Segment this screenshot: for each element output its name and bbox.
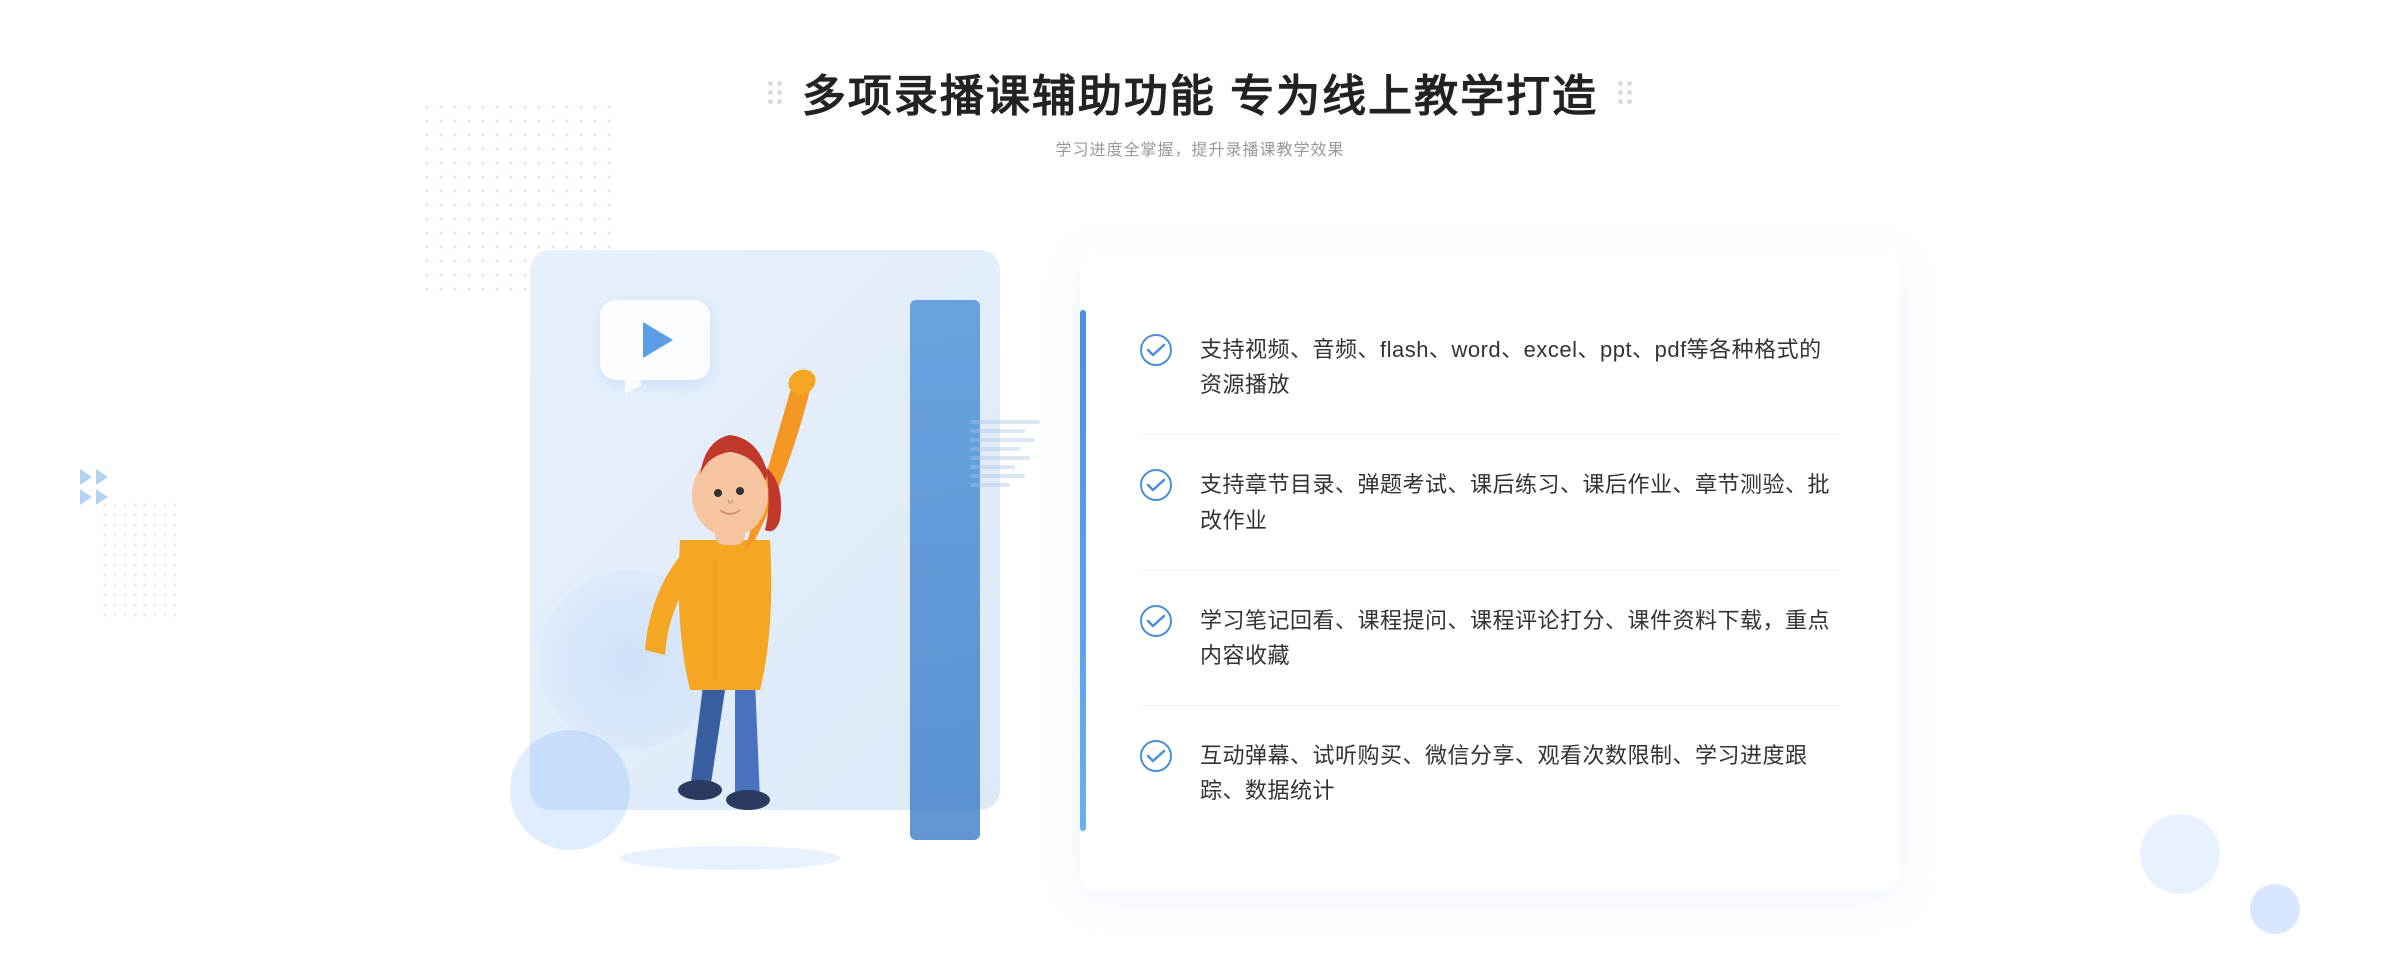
left-illustration (500, 220, 1060, 870)
check-icon-2 (1140, 469, 1172, 501)
deco-circle-2 (2250, 884, 2300, 934)
feature-item-4: 互动弹幕、试听购买、微信分享、观看次数限制、学习进度跟踪、数据统计 (1140, 706, 1840, 840)
feature-item-3: 学习笔记回看、课程提问、课程评论打分、课件资料下载，重点内容收藏 (1140, 571, 1840, 706)
title-dots-left (768, 81, 782, 104)
title-dots-right (1618, 81, 1632, 104)
check-icon-4 (1140, 740, 1172, 772)
feature-text-1: 支持视频、音频、flash、word、excel、ppt、pdf等各种格式的资源… (1200, 332, 1840, 402)
feature-item-1: 支持视频、音频、flash、word、excel、ppt、pdf等各种格式的资源… (1140, 300, 1840, 435)
left-chevrons-decoration (80, 469, 108, 505)
deco-circle-1 (2140, 814, 2220, 894)
sub-title: 学习进度全掌握，提升录播课教学效果 (1055, 136, 1344, 160)
page-header: 多项录播课辅助功能 专为线上教学打造 学习进度全掌握，提升录播课教学效果 (768, 60, 1632, 160)
deco-stripes (970, 420, 1040, 520)
content-area: 支持视频、音频、flash、word、excel、ppt、pdf等各种格式的资源… (500, 220, 1900, 891)
title-row: 多项录播课辅助功能 专为线上教学打造 (768, 60, 1632, 124)
feature-item-2: 支持章节目录、弹题考试、课后练习、课后作业、章节测验、批改作业 (1140, 435, 1840, 570)
deco-blue-rect (910, 300, 980, 840)
features-panel: 支持视频、音频、flash、word、excel、ppt、pdf等各种格式的资源… (1080, 250, 1900, 891)
person-illustration (560, 310, 900, 870)
feature-text-2: 支持章节目录、弹题考试、课后练习、课后作业、章节测验、批改作业 (1200, 467, 1840, 537)
feature-text-3: 学习笔记回看、课程提问、课程评论打分、课件资料下载，重点内容收藏 (1200, 603, 1840, 673)
feature-text-4: 互动弹幕、试听购买、微信分享、观看次数限制、学习进度跟踪、数据统计 (1200, 738, 1840, 808)
check-icon-1 (1140, 334, 1172, 366)
main-title: 多项录播课辅助功能 专为线上教学打造 (802, 60, 1598, 124)
check-icon-3 (1140, 605, 1172, 637)
